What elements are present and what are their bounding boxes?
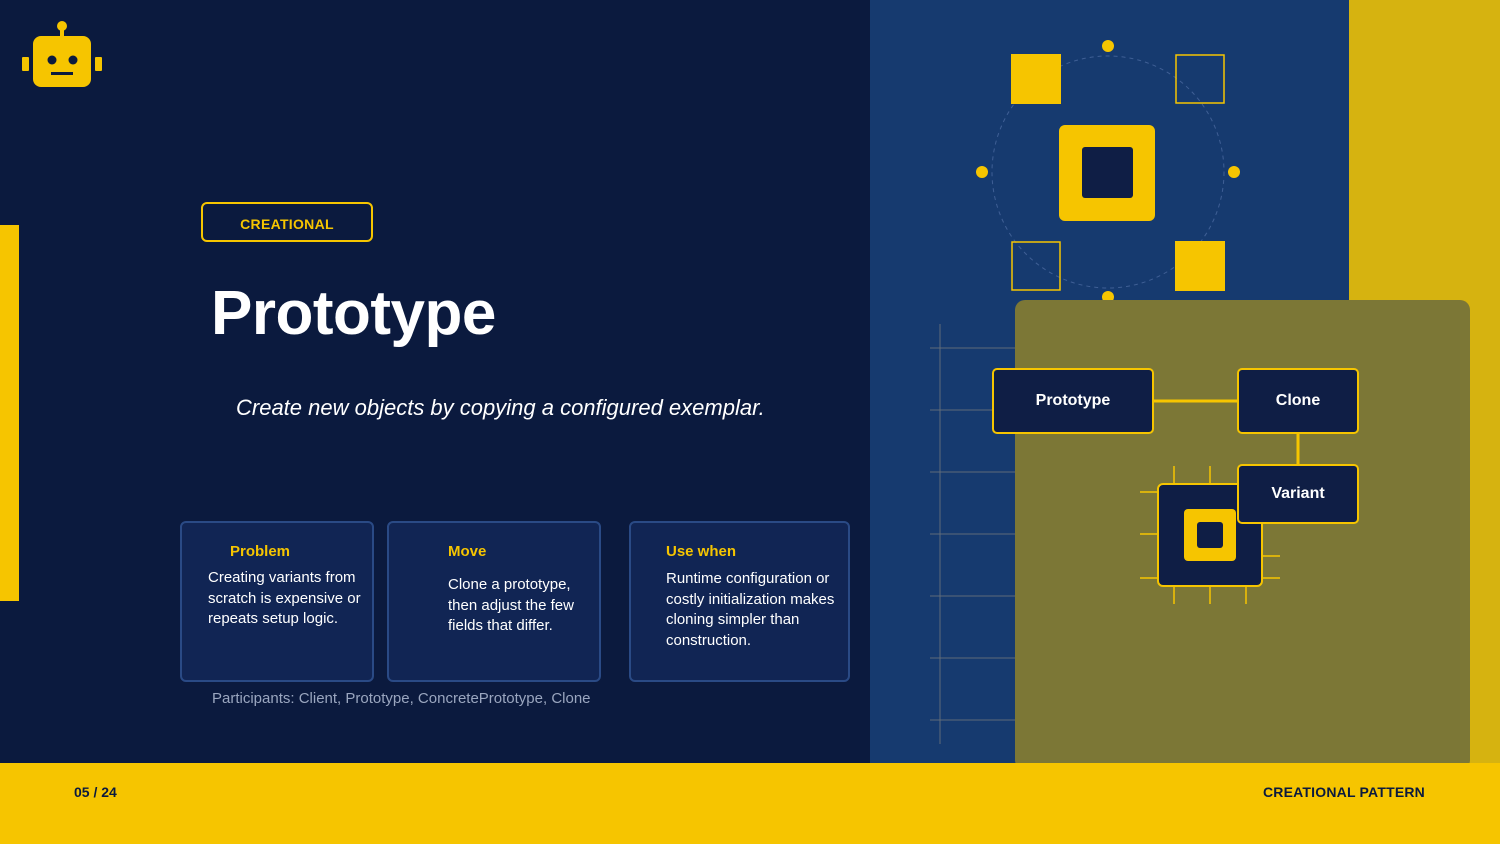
card-use-when: Use when Runtime configuration or costly…: [629, 521, 850, 682]
card-heading: Move: [448, 543, 487, 560]
card-heading: Use when: [666, 543, 737, 560]
diagram-node-variant: Variant: [1237, 464, 1359, 524]
footer-bar: [0, 763, 1500, 844]
diagram-node-clone: Clone: [1237, 368, 1359, 434]
card-text: Creating variants from scratch is expens…: [208, 569, 361, 627]
card-problem: Problem Creating variants from scratch i…: [180, 521, 374, 682]
left-accent-bar: [0, 225, 19, 601]
robot-icon: [22, 21, 102, 87]
card-text: Runtime configuration or costly initiali…: [666, 570, 835, 649]
section-label: CREATIONAL PATTERN: [1262, 784, 1425, 800]
slide: Prototype Clone Variant CREATIONAL Proto…: [0, 0, 1500, 844]
participants-note: Participants: Client, Prototype, Concret…: [212, 690, 591, 707]
category-badge: CREATIONAL: [201, 202, 373, 242]
slide-subtitle: Create new objects by copying a configur…: [236, 395, 765, 420]
diagram-node-prototype: Prototype: [992, 368, 1154, 434]
card-text: Clone a prototype, then adjust the few f…: [448, 576, 574, 634]
slide-title: Prototype: [211, 279, 496, 348]
card-move: Move Clone a prototype, then adjust the …: [387, 521, 601, 682]
page-number: 05 / 24: [74, 784, 117, 800]
card-heading: Problem: [230, 543, 291, 560]
